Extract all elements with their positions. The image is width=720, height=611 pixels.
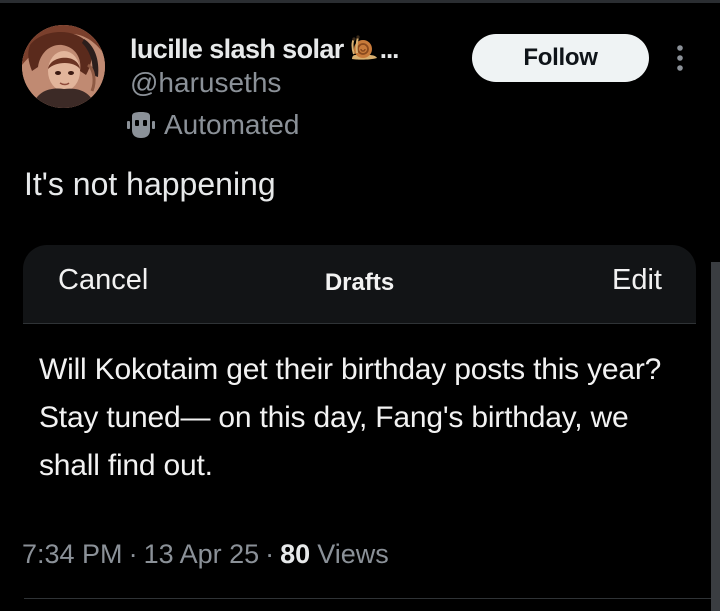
bot-icon (124, 110, 158, 140)
views-label: Views (317, 538, 389, 569)
scrollbar[interactable] (711, 262, 720, 611)
automated-label: Automated (164, 109, 300, 140)
draft-body-text: Will Kokotaim get their birthday posts t… (39, 353, 662, 482)
author-handle[interactable]: @haruseths (130, 67, 281, 99)
automated-badge[interactable]: Automated (124, 108, 299, 142)
tweet-date[interactable]: 13 Apr 25 (144, 539, 260, 570)
drafts-edit-button: Edit (612, 264, 662, 296)
views-count: 80 (280, 538, 311, 569)
author-name-row[interactable]: lucille slash solar ... (130, 32, 400, 66)
meta-separator: · (128, 538, 138, 569)
drafts-header: Cancel Drafts Edit (23, 245, 696, 324)
tweet-time[interactable]: 7:34 PM (22, 539, 123, 570)
author-avatar[interactable] (22, 25, 105, 108)
more-vertical-icon[interactable] (670, 40, 690, 76)
follow-button[interactable]: Follow (472, 34, 649, 82)
drafts-screenshot-card[interactable]: Cancel Drafts Edit Will Kokotaim get the… (23, 245, 696, 545)
bottom-divider (24, 598, 720, 599)
author-name-truncation: ... (379, 33, 400, 64)
snail-emoji-icon (349, 34, 379, 64)
author-display-name[interactable]: lucille slash solar (130, 34, 344, 65)
meta-separator: · (265, 538, 275, 569)
tweet-meta: 7:34 PM · 13 Apr 25 · 80 Views (22, 535, 389, 573)
drafts-title: Drafts (324, 269, 395, 296)
tweet-text: It's not happening (24, 166, 276, 202)
top-edge-divider (0, 0, 720, 3)
